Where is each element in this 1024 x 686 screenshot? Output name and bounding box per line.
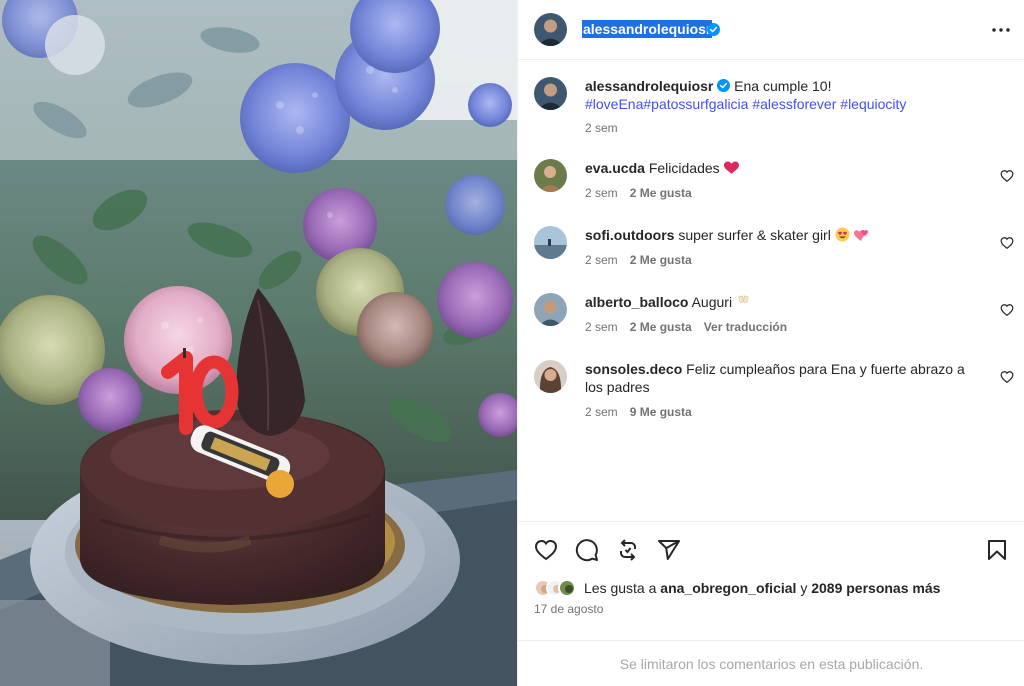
heart-icon[interactable] [534,538,558,562]
heart-eyes-and-hearts-emoji [835,227,868,242]
post-photo[interactable] [0,0,517,686]
commenter-avatar[interactable] [534,293,567,326]
commenter-avatar[interactable] [534,360,567,393]
owner-avatar[interactable] [534,13,567,46]
liker-username-link[interactable]: ana_obregon_oficial [660,580,796,596]
like-comment-heart-icon[interactable] [1000,236,1014,250]
more-options-icon[interactable] [989,18,1013,42]
post-date: 17 de agosto [534,602,604,616]
comment-time: 2 sem [585,320,618,334]
likes-joiner: y [800,580,808,596]
comment-time: 2 sem [585,253,618,267]
comment-item: alberto_balloco Auguri 2 sem 2 Me gusta … [534,293,1014,343]
caption-time: 2 sem [585,121,618,135]
hashtag-link[interactable]: #loveEna [585,96,643,112]
comment-text: super surfer & skater girl [678,227,831,243]
caption-owner-avatar[interactable] [534,77,567,110]
comment-username[interactable]: sofi.outdoors [585,227,674,243]
hashtag-link[interactable]: #lequiocity [840,96,906,112]
comments-section[interactable]: alessandrolequiosr Ena cumple 10! #loveE… [518,61,1024,521]
see-translation-link[interactable]: Ver traducción [704,320,787,334]
commenter-avatar-image [534,226,567,259]
post-action-bar: Les gusta a ana_obregon_oficial y 2089 p… [518,521,1024,641]
comment-likes[interactable]: 2 Me gusta [630,253,692,267]
caption-text: Ena cumple 10! [734,78,832,94]
hashtag-link[interactable]: #alessforever [752,96,836,112]
comment-time: 2 sem [585,405,618,419]
comment-username[interactable]: eva.ucda [585,160,645,176]
comment-text: Auguri [691,294,733,310]
comments-limited-text: Se limitaron los comentarios en esta pub… [619,655,924,672]
comment-text: Felicidades [648,160,720,176]
liker-avatar-image [560,581,574,595]
post-caption: alessandrolequiosr Ena cumple 10! #loveE… [534,77,1014,147]
comment-item: eva.ucda Felicidades 2 sem 2 Me gusta [534,159,1014,209]
commenter-avatar[interactable] [534,159,567,192]
owner-avatar-image [534,77,567,110]
comment-likes[interactable]: 2 Me gusta [630,320,692,334]
other-likes-link[interactable]: 2089 personas más [811,580,940,596]
commenter-avatar-image [534,360,567,393]
like-comment-heart-icon[interactable] [1000,370,1014,384]
like-comment-heart-icon[interactable] [1000,169,1014,183]
post-sidebar: alessandrolequiosr alessandrolequiosr En… [517,0,1024,686]
liker-avatar [558,579,576,597]
comment-icon[interactable] [575,538,599,562]
comment-username[interactable]: alberto_balloco [585,294,688,310]
post-header: alessandrolequiosr [518,0,1024,60]
owner-username-link[interactable]: alessandrolequiosr [582,20,713,38]
clinking-glasses-emoji [738,295,749,303]
commenter-avatar-image [534,159,567,192]
comment-item: sonsoles.deco Feliz cumpleaños para Ena … [534,360,1014,430]
comment-likes[interactable]: 9 Me gusta [630,405,692,419]
repost-icon[interactable] [616,538,640,562]
comment-time: 2 sem [585,186,618,200]
cake-photo-illustration [0,0,517,686]
likes-summary[interactable]: Les gusta a ana_obregon_oficial y 2089 p… [534,577,940,599]
verified-icon [707,23,720,36]
verified-icon [717,79,731,92]
comments-limited-notice: Se limitaron los comentarios en esta pub… [518,640,1024,686]
heart-emoji [723,161,739,174]
share-icon[interactable] [657,538,681,562]
owner-avatar-image [534,13,567,46]
bookmark-icon[interactable] [985,538,1009,562]
comment-username[interactable]: sonsoles.deco [585,361,682,377]
comment-likes[interactable]: 2 Me gusta [630,186,692,200]
caption-username[interactable]: alessandrolequiosr [585,78,713,94]
likes-prefix: Les gusta a [584,580,657,596]
commenter-avatar[interactable] [534,226,567,259]
comment-item: sofi.outdoors super surfer & skater girl… [534,226,1014,276]
like-comment-heart-icon[interactable] [1000,303,1014,317]
hashtag-link[interactable]: #patossurfgalicia [643,96,748,112]
commenter-avatar-image [534,293,567,326]
